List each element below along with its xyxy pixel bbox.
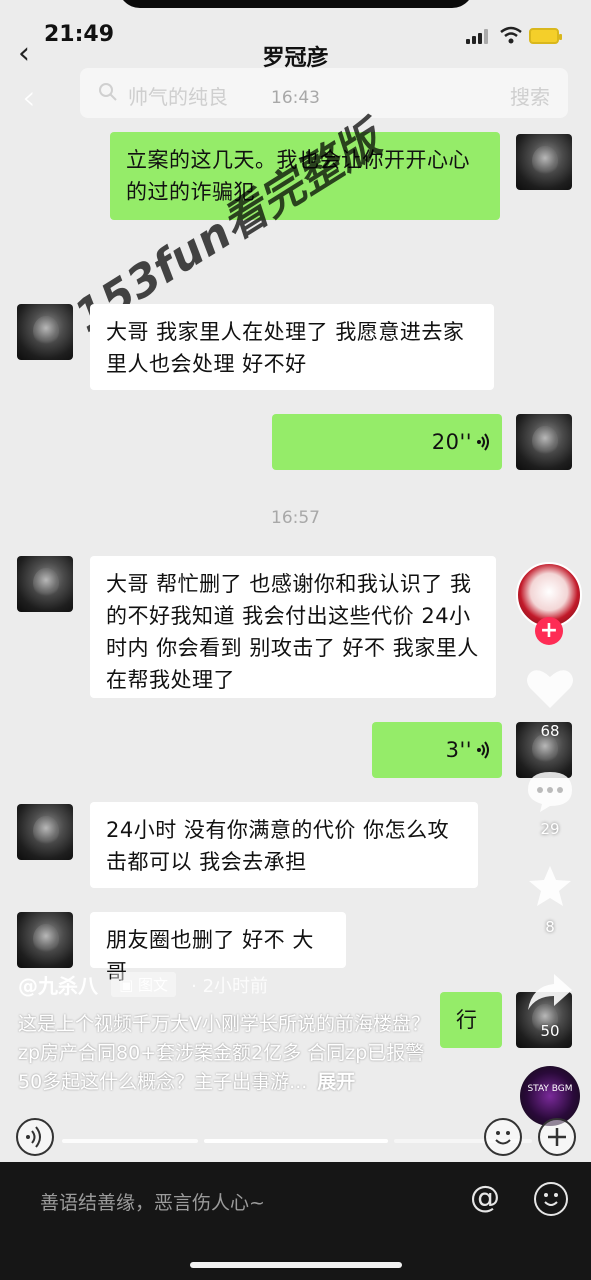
- post-type-badge: ▣ 图文: [111, 972, 177, 997]
- image-progress-bar[interactable]: [62, 1139, 532, 1143]
- image-text-icon: ▣: [119, 976, 139, 994]
- mention-icon[interactable]: @: [470, 1180, 500, 1215]
- share-count: 50: [540, 1022, 560, 1040]
- contact-avatar: [17, 556, 73, 612]
- plus-icon: [548, 1128, 566, 1146]
- contact-avatar: [17, 804, 73, 860]
- message-bubble-received: 24小时 没有你满意的代价 你怎么攻击都可以 我会去承担: [90, 802, 478, 888]
- voice-wave-icon: [477, 433, 489, 451]
- favorite-star-icon[interactable]: [524, 864, 576, 908]
- comment-input[interactable]: 善语结善缘，恶言伤人心~: [40, 1188, 265, 1215]
- emoji-icon[interactable]: [534, 1182, 568, 1216]
- message-bubble-received: 朋友圈也删了 好不 大哥: [90, 912, 346, 984]
- chat-timestamp: 16:43: [271, 88, 320, 108]
- description-text: 这是上个视频千万大V小刚学长所说的前海楼盘？zp房产合同80+套涉案金额2亿多 …: [18, 1013, 430, 1093]
- like-heart-icon[interactable]: [524, 666, 576, 710]
- message-bubble-sent: 行: [440, 992, 502, 1048]
- sound-wave-icon: [26, 1126, 41, 1148]
- voice-duration: 3'': [445, 738, 472, 762]
- comment-icon[interactable]: [524, 770, 576, 814]
- chat-timestamp: 16:57: [271, 508, 320, 528]
- contact-avatar: [17, 912, 73, 968]
- progress-segment: [62, 1139, 198, 1143]
- post-type-label: 图文: [138, 976, 169, 994]
- message-bubble-received: 大哥 帮忙删了 也感谢你和我认识了 我的不好我知道 我会付出这些代价 24小时内…: [90, 556, 496, 698]
- voice-message-sent[interactable]: 3'': [372, 722, 502, 778]
- home-indicator[interactable]: [190, 1262, 402, 1268]
- audio-toggle-button[interactable]: [16, 1118, 54, 1156]
- post-description: 这是上个视频千万大V小刚学长所说的前海楼盘？zp房产合同80+套涉案金额2亿多 …: [18, 1010, 448, 1097]
- follow-button[interactable]: +: [535, 617, 563, 645]
- post-meta: @九杀八 ▣ 图文 · 2小时前: [18, 970, 438, 999]
- voice-message-sent[interactable]: 20'': [272, 414, 502, 470]
- share-arrow-icon[interactable]: [524, 970, 576, 1014]
- music-disc-label: STAY BGM: [527, 1084, 573, 1094]
- expand-link[interactable]: 展开: [317, 1071, 355, 1093]
- smile-icon: [495, 1131, 511, 1145]
- author-name[interactable]: @九杀八: [18, 970, 98, 999]
- favorite-count: 8: [545, 918, 555, 936]
- like-count: 68: [540, 722, 560, 740]
- my-avatar: [516, 134, 572, 190]
- emoji-react-button[interactable]: [484, 1118, 522, 1156]
- comment-count: 29: [540, 820, 560, 838]
- voice-wave-icon: [477, 741, 489, 759]
- message-bubble-received: 大哥 我家里人在处理了 我愿意进去家里人也会处理 好不好: [90, 304, 494, 390]
- add-button[interactable]: [538, 1118, 576, 1156]
- music-disc[interactable]: STAY BGM: [520, 1066, 580, 1126]
- progress-segment-active: [204, 1139, 388, 1143]
- post-time: · 2小时前: [191, 975, 269, 997]
- my-avatar: [516, 414, 572, 470]
- voice-duration: 20'': [431, 430, 472, 454]
- contact-avatar: [17, 304, 73, 360]
